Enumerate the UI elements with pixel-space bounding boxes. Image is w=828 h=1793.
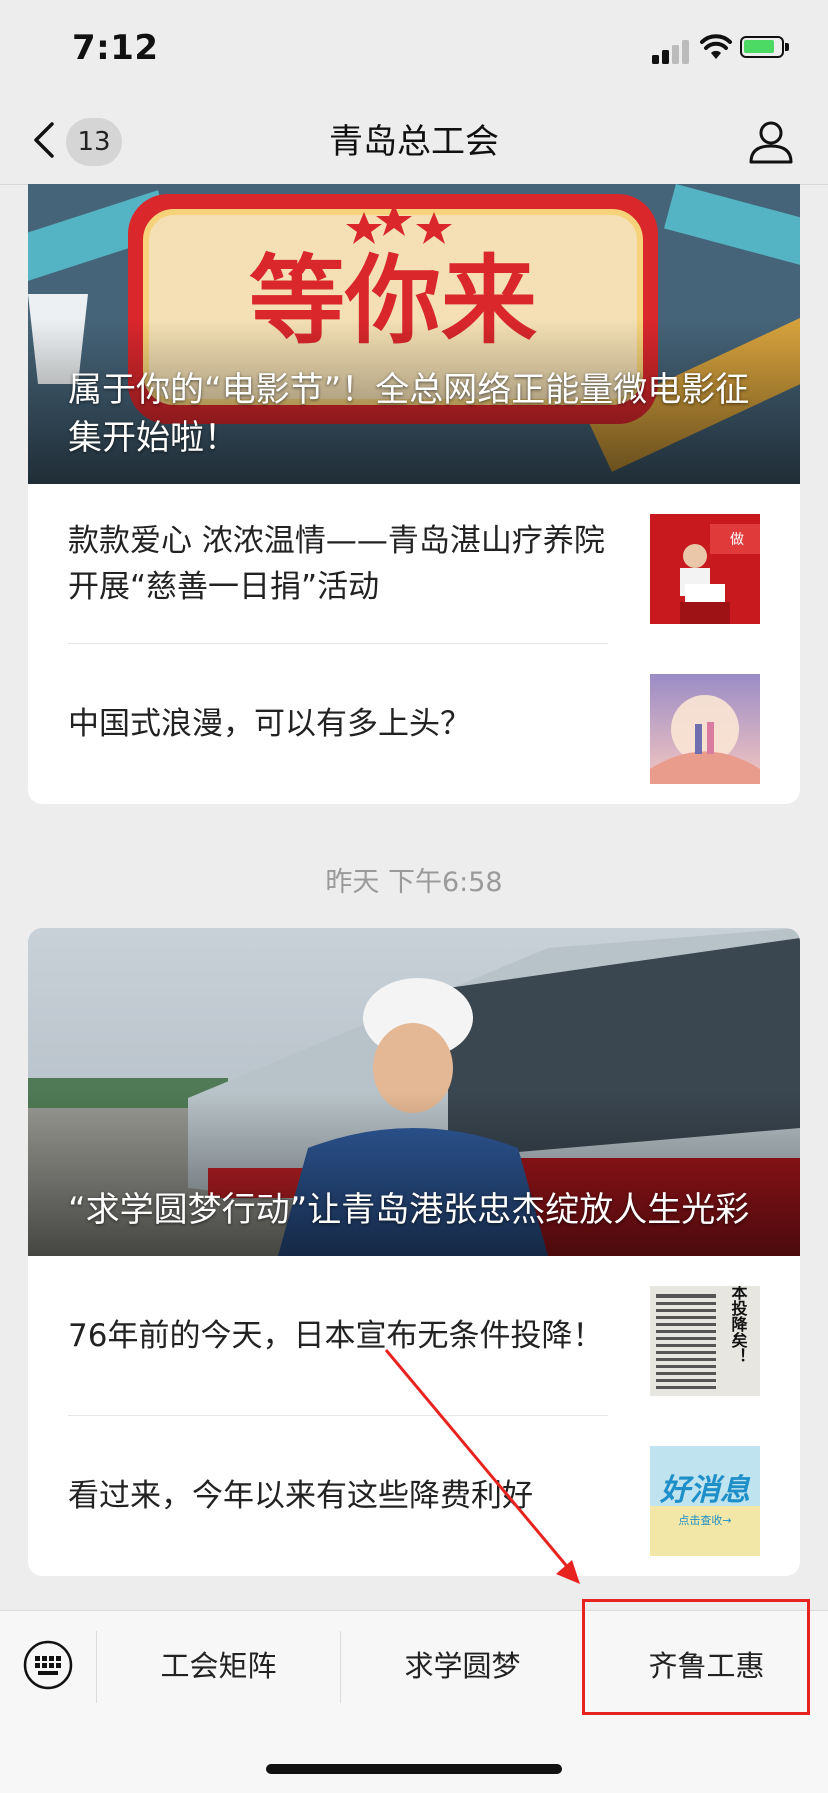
article-group-card: 等你来 属于你的“电影节”！全总网络正能量微电影征集开始啦！ 款款爱心 浓浓温情… — [28, 184, 800, 804]
thumbnail-romantic-illustration — [650, 674, 760, 784]
page-title: 青岛总工会 — [329, 122, 499, 162]
status-bar: 7:12 — [0, 0, 828, 100]
list-item[interactable]: 中国式浪漫，可以有多上头？ — [28, 644, 800, 804]
thumb-good-news-sub: 点击查收→ — [678, 1513, 731, 1527]
keyboard-icon[interactable] — [22, 1639, 74, 1691]
hero-article[interactable]: “求学圆梦行动”让青岛港张忠杰绽放人生光彩 — [28, 928, 800, 1256]
article-group-card: “求学圆梦行动”让青岛港张忠杰绽放人生光彩 76年前的今天，日本宣布无条件投降！… — [28, 928, 800, 1576]
status-time: 7:12 — [72, 28, 159, 68]
article-title: 看过来，今年以来有这些降费利好 — [68, 1478, 533, 1514]
hero-article-title: “求学圆梦行动”让青岛港张忠杰绽放人生光彩 — [68, 1190, 750, 1230]
nav-bar: 13 青岛总工会 — [0, 100, 828, 185]
thumb-newspaper-headline: 日本投降矣！ — [729, 1286, 748, 1364]
hero-article[interactable]: 等你来 属于你的“电影节”！全总网络正能量微电影征集开始啦！ — [28, 184, 800, 484]
menu-item-study-dream[interactable]: 求学圆梦 — [341, 1611, 584, 1721]
article-title: 中国式浪漫，可以有多上头？ — [68, 706, 471, 742]
wifi-icon — [700, 34, 732, 59]
highlight-box — [582, 1599, 810, 1715]
home-indicator — [266, 1764, 562, 1774]
list-item[interactable]: 看过来，今年以来有这些降费利好 好消息 点击查收→ — [28, 1416, 800, 1576]
thumb-good-news-text: 好消息 — [659, 1473, 751, 1508]
list-item[interactable]: 76年前的今天，日本宣布无条件投降！ 日本投降矣！ — [28, 1256, 800, 1416]
thumbnail-good-news: 好消息 点击查收→ — [650, 1446, 760, 1556]
thumbnail-newspaper: 日本投降矣！ — [650, 1286, 760, 1396]
svg-text:做: 做 — [730, 532, 744, 548]
menu-item-union-matrix[interactable]: 工会矩阵 — [97, 1611, 340, 1721]
battery-icon — [740, 36, 789, 58]
article-title: 76年前的今天，日本宣布无条件投降！ — [68, 1318, 604, 1354]
thumbnail-charity-photo: 做 — [650, 514, 760, 624]
user-profile-icon[interactable] — [746, 116, 796, 166]
list-item[interactable]: 款款爱心 浓浓温情——青岛湛山疗养院开展“慈善一日捐”活动 做 — [28, 484, 800, 644]
message-timestamp: 昨天 下午6:58 — [325, 867, 503, 898]
signal-icon — [652, 38, 692, 64]
article-title: 款款爱心 浓浓温情——青岛湛山疗养院开展“慈善一日捐”活动 — [68, 523, 605, 605]
hero-article-title: 属于你的“电影节”！全总网络正能量微电影征集开始啦！ — [68, 370, 750, 458]
